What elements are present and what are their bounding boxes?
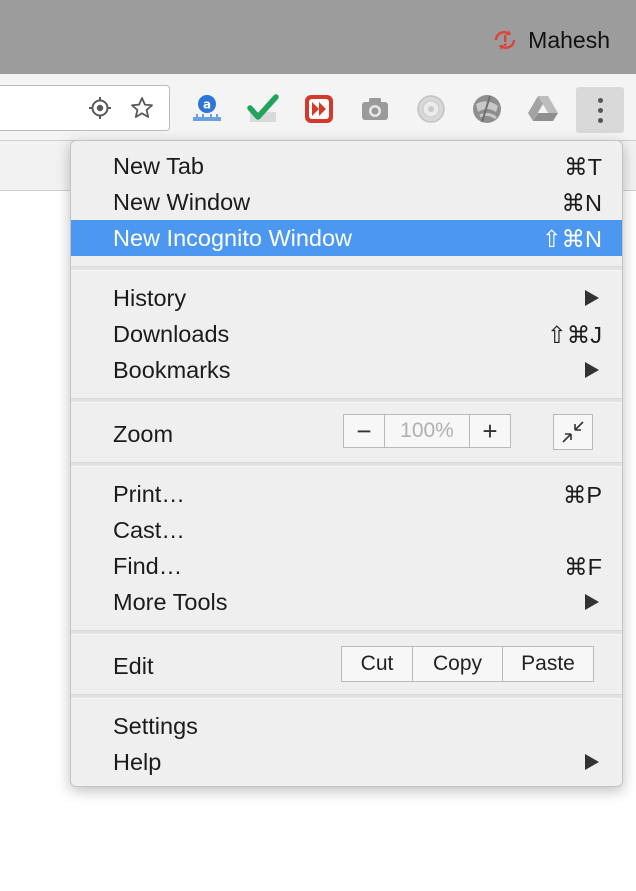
submenu-arrow-icon (585, 290, 599, 306)
submenu-arrow-icon (585, 594, 599, 610)
address-bar[interactable] (0, 85, 170, 131)
menu-item-new-tab[interactable]: New Tab ⌘T (71, 148, 622, 184)
zoom-control: − 100% + (343, 414, 511, 448)
menu-item-history[interactable]: History (71, 280, 622, 316)
menu-item-print[interactable]: Print… ⌘P (71, 476, 622, 512)
globe-extension-icon[interactable] (469, 91, 505, 127)
fast-forward-icon[interactable] (301, 91, 337, 127)
submenu-arrow-icon (585, 754, 599, 770)
menu-item-help[interactable]: Help (71, 744, 622, 780)
more-vertical-icon[interactable] (576, 87, 624, 133)
svg-text:a: a (203, 98, 211, 112)
chrome-main-menu: New Tab ⌘T New Window ⌘N New Incognito W… (70, 140, 623, 787)
sync-error-icon (494, 30, 516, 50)
location-target-icon[interactable] (88, 96, 112, 120)
menu-item-downloads[interactable]: Downloads ⇧⌘J (71, 316, 622, 352)
menu-item-cast[interactable]: Cast… (71, 512, 622, 548)
browser-toolbar: a (0, 74, 636, 141)
title-bar: Mahesh (0, 0, 636, 74)
fullscreen-button[interactable] (553, 414, 593, 450)
menu-item-new-window[interactable]: New Window ⌘N (71, 184, 622, 220)
paste-button[interactable]: Paste (502, 647, 593, 681)
menu-item-more-tools[interactable]: More Tools (71, 584, 622, 620)
checkmark-icon[interactable] (245, 91, 281, 127)
circle-extension-icon[interactable] (413, 91, 449, 127)
menu-separator (71, 266, 622, 271)
menu-item-find[interactable]: Find… ⌘F (71, 548, 622, 584)
zoom-out-button[interactable]: − (344, 415, 384, 447)
menu-item-bookmarks[interactable]: Bookmarks (71, 352, 622, 388)
profile-name: Mahesh (528, 26, 610, 53)
amazon-assistant-icon[interactable]: a (189, 91, 225, 127)
profile-button[interactable]: Mahesh (492, 26, 610, 54)
camera-icon[interactable] (357, 91, 393, 127)
submenu-arrow-icon (585, 362, 599, 378)
cut-button[interactable]: Cut (342, 647, 412, 681)
bookmark-star-icon[interactable] (130, 96, 154, 120)
copy-button[interactable]: Copy (412, 647, 502, 681)
menu-separator (71, 462, 622, 467)
menu-item-new-incognito-window[interactable]: New Incognito Window ⇧⌘N (71, 220, 622, 256)
zoom-level: 100% (384, 415, 470, 447)
drive-icon[interactable] (525, 91, 561, 127)
menu-item-settings[interactable]: Settings (71, 708, 622, 744)
zoom-in-button[interactable]: + (470, 415, 510, 447)
menu-separator (71, 694, 622, 699)
edit-control: Cut Copy Paste (341, 646, 594, 682)
exit-fullscreen-icon (562, 421, 584, 443)
menu-separator (71, 630, 622, 635)
menu-separator (71, 398, 622, 403)
